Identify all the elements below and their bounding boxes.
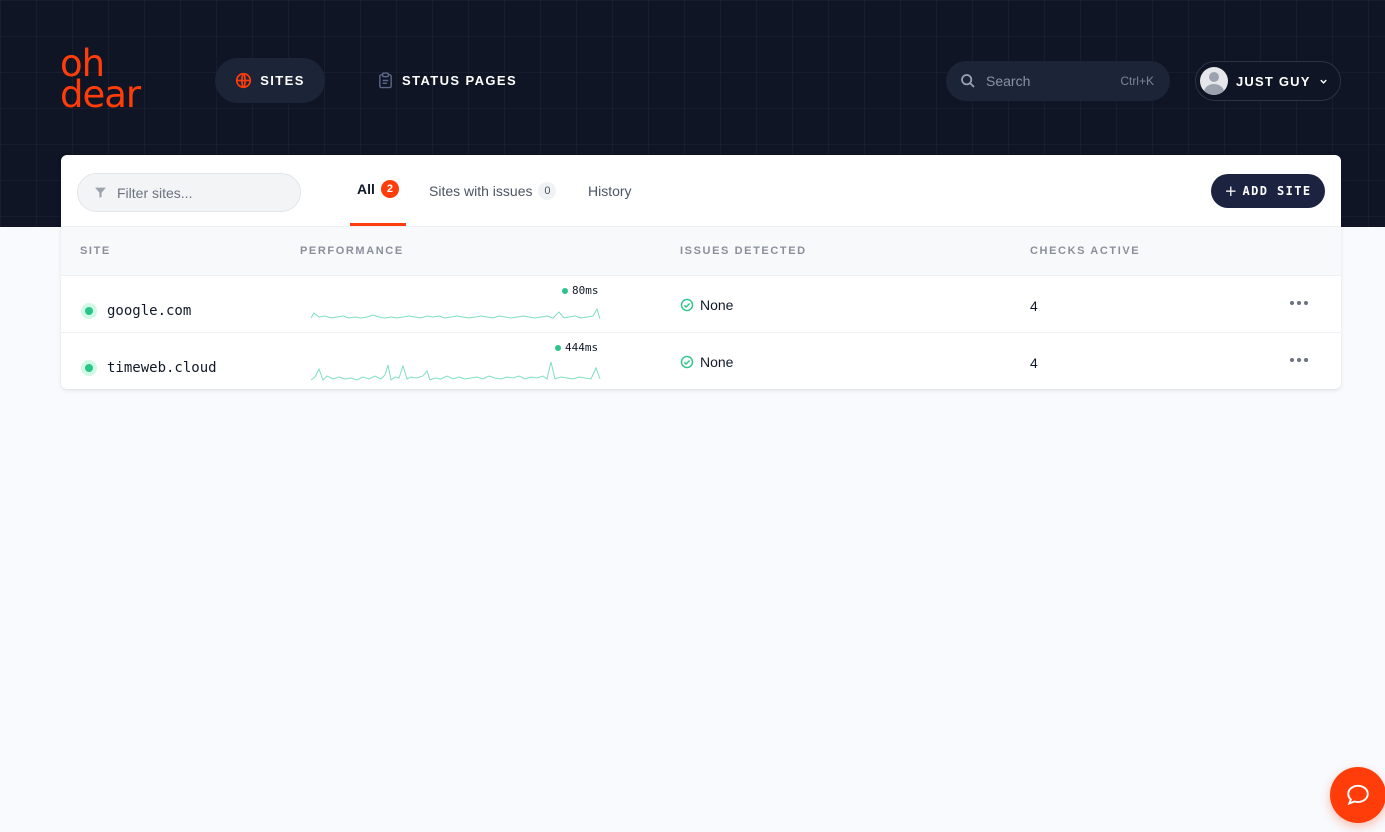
column-header-site: SITE [80,245,111,257]
tab-all-label: All [357,181,375,197]
more-options-button[interactable] [1287,350,1311,370]
search-placeholder: Search [986,73,1031,89]
filter-placeholder: Filter sites... [117,184,193,201]
search-shortcut: Ctrl+K [1120,74,1154,88]
nav-status-pages-label: STATUS PAGES [402,73,518,88]
column-header-issues: ISSUES DETECTED [680,245,807,257]
status-up-indicator [81,303,97,319]
tab-all[interactable]: All 2 [350,155,406,226]
table-header: SITE PERFORMANCE ISSUES DETECTED CHECKS … [61,226,1341,276]
response-time-value: 80ms [572,284,599,297]
issues-cell: None [680,354,733,370]
user-name: JUST GUY [1236,73,1311,89]
funnel-icon [95,187,106,198]
column-header-performance: PERFORMANCE [300,245,404,257]
site-name[interactable]: google.com [107,303,191,319]
tab-issues-count: 0 [538,181,557,200]
search-icon [961,74,975,88]
nav-sites-label: SITES [260,73,305,88]
table-row[interactable]: timeweb.cloud 444ms None 4 [61,333,1341,389]
status-up-indicator [81,360,97,376]
column-header-checks: CHECKS ACTIVE [1030,245,1141,257]
check-circle-icon [680,355,694,369]
plus-icon: + [1224,182,1239,200]
more-options-button[interactable] [1287,293,1311,313]
tab-sites-with-issues[interactable]: Sites with issues 0 [429,155,557,226]
nav-status-pages[interactable]: STATUS PAGES [378,58,517,103]
tab-history[interactable]: History [588,155,632,226]
tab-issues-label: Sites with issues [429,182,533,199]
globe-icon [236,72,252,89]
search-input[interactable]: Search Ctrl+K [946,61,1170,101]
oh-dear-logo[interactable]: oh dear [60,45,141,113]
table-row[interactable]: google.com 80ms None 4 [61,276,1341,333]
issues-value: None [700,297,734,313]
checks-active-value: 4 [1030,355,1038,371]
nav-sites[interactable]: SITES [215,58,325,103]
checks-active-value: 4 [1030,298,1038,314]
response-time: 444ms [555,341,598,354]
issues-cell: None [680,297,733,313]
chevron-down-icon [1319,79,1327,84]
user-menu[interactable]: JUST GUY [1195,61,1341,101]
response-time: 80ms [562,284,599,297]
tab-all-count: 2 [380,180,399,198]
tab-history-label: History [588,182,632,199]
check-circle-icon [680,298,694,312]
response-time-value: 444ms [565,341,599,354]
performance-sparkline [310,307,601,320]
filter-sites-input[interactable]: Filter sites... [77,173,301,212]
issues-value: None [700,354,734,370]
chat-bubble-icon [1347,784,1369,806]
avatar [1200,67,1228,95]
sites-panel: Filter sites... All 2 Sites with issues … [61,155,1341,389]
add-site-label: ADD SITE [1242,184,1312,198]
chat-button[interactable] [1330,767,1385,823]
site-name[interactable]: timeweb.cloud [107,360,217,376]
clipboard-icon [379,72,392,89]
add-site-button[interactable]: + ADD SITE [1211,174,1325,208]
